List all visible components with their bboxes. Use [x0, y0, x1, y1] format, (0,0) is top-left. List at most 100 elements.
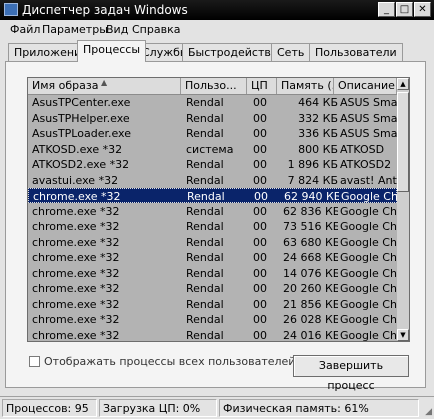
cell-description: ASUS Smart G	[340, 127, 397, 140]
table-row[interactable]: chrome.exe *32 Rendal 00 24 016 КБ Google Ch…	[28, 328, 397, 342]
cell-image-name: chrome.exe *32	[32, 220, 120, 233]
cell-memory: 63 680 КБ	[283, 235, 338, 249]
menu-help[interactable]: Справка	[132, 23, 180, 36]
cell-memory: 26 028 КБ	[283, 313, 338, 326]
title-bar[interactable]: Диспетчер задач Windows _ □ ✕	[0, 0, 434, 20]
cell-image-name: chrome.exe *32	[32, 328, 120, 342]
cell-user: Rendal	[186, 235, 224, 249]
cell-cpu: 00	[253, 282, 267, 295]
cell-memory: 62 940 КБ	[284, 190, 339, 203]
status-bar: Процессов: 95 Загрузка ЦП: 0% Физическая…	[0, 396, 434, 419]
cell-description: ATKOSD	[340, 142, 385, 156]
table-row[interactable]: AsusTPCenter.exe Rendal 00 464 КБASUS Smart…	[28, 95, 397, 110]
table-row-selected[interactable]: chrome.exe *32 Rendal 00 62 940 КБ Google Ch…	[28, 188, 398, 203]
table-row[interactable]: avastui.exe *32 Rendal 00 7 824 КБ avast! An…	[28, 173, 397, 188]
menu-view[interactable]: Вид	[106, 23, 128, 36]
cell-user: Rendal	[186, 220, 224, 233]
cell-memory: 24 668 КБ	[283, 251, 338, 264]
cell-description: Google Chron	[340, 282, 397, 295]
cell-image-name: AsusTPLoader.exe	[32, 127, 131, 140]
process-list[interactable]: Имя образа ▲ Пользо... ЦП Память (... Оп…	[27, 77, 410, 342]
cell-cpu: 00	[253, 313, 267, 326]
vertical-scrollbar[interactable]: ▲ ▼	[397, 78, 409, 341]
table-row[interactable]: chrome.exe *32 Rendal 00 62 836 КБ Google Ch…	[28, 204, 397, 219]
cell-image-name: chrome.exe *32	[32, 282, 120, 295]
cell-user: Rendal	[186, 328, 224, 342]
minimize-button[interactable]: _	[378, 2, 395, 17]
table-row[interactable]: chrome.exe *32 Rendal 00 63 680 КБ Google Ch…	[28, 235, 397, 250]
cell-user: Rendal	[186, 204, 224, 218]
cell-cpu: 00	[253, 158, 267, 171]
table-row[interactable]: chrome.exe *32 Rendal 00 73 516 КБ Google Ch…	[28, 219, 397, 234]
cell-memory: 336 КБ	[298, 127, 338, 140]
table-row[interactable]: chrome.exe *32 Rendal 00 21 856 КБ Google Ch…	[28, 297, 397, 312]
cell-image-name: chrome.exe *32	[32, 251, 120, 264]
column-user[interactable]: Пользо...	[181, 78, 247, 94]
column-image-name-label: Имя образа	[32, 79, 99, 92]
cell-user: Rendal	[187, 190, 225, 203]
cell-description: Google Chron	[340, 204, 397, 218]
cell-user: Rendal	[186, 158, 224, 171]
cell-description: Google Chron	[340, 313, 397, 326]
cell-image-name: ATKOSD2.exe *32	[32, 158, 130, 171]
tab-network[interactable]: Сеть	[271, 43, 311, 61]
cell-user: Rendal	[186, 266, 224, 280]
cell-image-name: ATKOSD.exe *32	[32, 142, 123, 156]
status-process-count: Процессов: 95	[2, 399, 97, 417]
cell-user: система	[186, 142, 234, 156]
cell-user: Rendal	[186, 173, 224, 187]
cell-image-name: AsusTPHelper.exe	[32, 111, 130, 125]
cell-description: ASUS Smart G	[340, 111, 397, 125]
cell-memory: 332 КБ	[298, 111, 338, 125]
cell-user: Rendal	[186, 297, 224, 311]
cell-description: Google Chron	[340, 266, 397, 280]
cell-image-name: chrome.exe *32	[32, 313, 120, 326]
tab-users[interactable]: Пользователи	[309, 43, 403, 61]
cell-description: Google Chron	[340, 251, 397, 264]
scroll-down-icon[interactable]: ▼	[397, 329, 409, 341]
cell-memory: 62 836 КБ	[283, 204, 338, 218]
cell-image-name: chrome.exe *32	[32, 204, 120, 218]
cell-cpu: 00	[253, 127, 267, 140]
close-button[interactable]: ✕	[414, 2, 431, 17]
table-row[interactable]: AsusTPLoader.exe Rendal 00 336 КБASUS Smart…	[28, 126, 397, 141]
cell-image-name: AsusTPCenter.exe	[32, 96, 131, 109]
maximize-button[interactable]: □	[396, 2, 413, 17]
cell-user: Rendal	[186, 313, 224, 326]
show-all-users-checkbox[interactable]	[29, 356, 40, 367]
cell-cpu: 00	[253, 328, 267, 342]
menu-options[interactable]: Параметры	[42, 23, 108, 36]
table-row[interactable]: ATKOSD.exe *32 система 00 800 КБ ATKOSD	[28, 142, 397, 157]
cell-cpu: 00	[253, 96, 267, 109]
status-physical-memory: Физическая память: 61%	[219, 399, 419, 417]
cell-memory: 14 076 КБ	[283, 266, 338, 280]
table-row[interactable]: chrome.exe *32 Rendal 00 20 260 КБ Google Ch…	[28, 281, 397, 296]
cell-cpu: 00	[253, 220, 267, 233]
table-row[interactable]: AsusTPHelper.exe Rendal 00 332 КБASUS Smart…	[28, 111, 397, 126]
cell-cpu: 00	[253, 111, 267, 125]
cell-memory: 7 824 КБ	[287, 173, 338, 187]
resize-grip-icon[interactable]: ◢	[425, 407, 432, 417]
tab-strip: Приложения Процессы Службы Быстродействи…	[0, 40, 434, 62]
column-cpu[interactable]: ЦП	[247, 78, 277, 94]
column-description[interactable]: Описание	[334, 78, 397, 94]
menu-file[interactable]: Файл	[10, 23, 40, 36]
column-memory[interactable]: Память (...	[277, 78, 334, 94]
cell-memory: 20 260 КБ	[283, 282, 338, 295]
table-row[interactable]: chrome.exe *32 Rendal 00 14 076 КБ Google Ch…	[28, 266, 397, 281]
end-process-button[interactable]: Завершить процесс	[293, 355, 409, 392]
table-row[interactable]: ATKOSD2.exe *32 Rendal 00 1 896 КБ ATKOSD2	[28, 157, 397, 172]
scroll-thumb[interactable]	[397, 92, 409, 192]
cell-user: Rendal	[186, 127, 224, 140]
cell-cpu: 00	[253, 235, 267, 249]
tab-processes[interactable]: Процессы	[77, 40, 147, 62]
scroll-up-icon[interactable]: ▲	[397, 78, 409, 90]
menu-bar: Файл Параметры Вид Справка	[0, 20, 434, 38]
cell-memory: 464 КБ	[298, 96, 338, 109]
cell-description: Google Chron	[341, 190, 398, 203]
table-row[interactable]: chrome.exe *32 Rendal 00 24 668 КБ Google Ch…	[28, 250, 397, 265]
table-row[interactable]: chrome.exe *32 Rendal 00 26 028 КБ Google Ch…	[28, 312, 397, 327]
cell-cpu: 00	[253, 266, 267, 280]
cell-image-name: chrome.exe *32	[33, 190, 121, 203]
cell-cpu: 00	[253, 142, 267, 156]
